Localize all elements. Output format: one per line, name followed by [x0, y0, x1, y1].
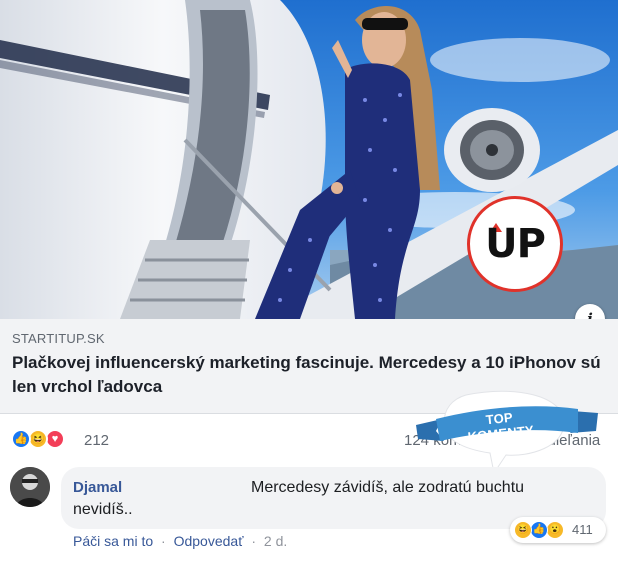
- reaction-count[interactable]: 212: [84, 432, 109, 449]
- love-icon[interactable]: ♥: [45, 429, 65, 449]
- top-comments-badge: TOP KOMENTY: [414, 389, 600, 475]
- haha-icon: 😆: [514, 521, 532, 539]
- startitup-logo: UP: [467, 196, 563, 292]
- comment-author[interactable]: Djamal: [73, 479, 122, 496]
- avatar[interactable]: [10, 467, 50, 507]
- logo-text: UP: [485, 221, 546, 267]
- haha-icon[interactable]: 😆: [28, 429, 48, 449]
- comment-reactions[interactable]: 😆 👍 😮 411: [510, 517, 606, 543]
- comment-actions: Páči sa mi to · Odpovedať · 2 d.: [73, 533, 287, 549]
- reply-link[interactable]: Odpovedať: [174, 533, 244, 549]
- separator: ·: [251, 533, 257, 549]
- like-icon[interactable]: 👍: [11, 429, 31, 449]
- avatar-image: [10, 467, 50, 507]
- like-icon: 👍: [530, 521, 548, 539]
- separator: ·: [161, 533, 166, 549]
- wow-icon: 😮: [546, 521, 564, 539]
- link-preview-image[interactable]: UP: [0, 0, 618, 319]
- comment-text-continued: nevidíš..: [73, 501, 133, 518]
- comment-text: Mercedesy závidíš, ale zodratú buchtu: [251, 479, 525, 496]
- like-comment-link[interactable]: Páči sa mi to: [73, 533, 153, 549]
- comment-reaction-count: 411: [572, 522, 593, 537]
- comment-timestamp[interactable]: 2 d.: [264, 533, 287, 549]
- link-domain: STARTITUP.SK: [12, 331, 105, 346]
